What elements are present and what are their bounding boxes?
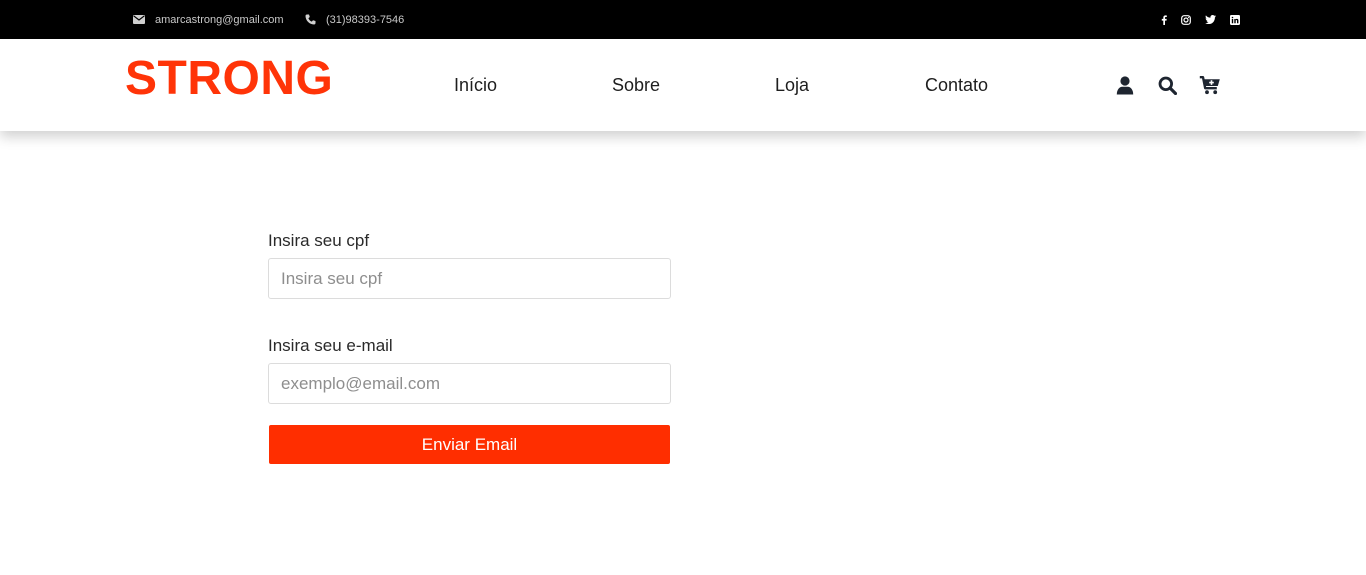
email-text: amarcastrong@gmail.com [155, 13, 284, 26]
cpf-input[interactable] [268, 258, 671, 299]
contact-email[interactable]: amarcastrong@gmail.com [133, 0, 284, 39]
phone-text: (31)98393-7546 [326, 13, 405, 26]
top-bar: amarcastrong@gmail.com (31)98393-7546 [0, 0, 1366, 39]
email-input[interactable] [268, 363, 671, 404]
social-links [1161, 0, 1240, 39]
instagram-icon[interactable] [1181, 14, 1191, 25]
facebook-icon[interactable] [1161, 14, 1167, 25]
email-label: Insira seu e-mail [268, 336, 393, 355]
search-icon[interactable] [1156, 74, 1178, 96]
main-header: STRONG Início Sobre Loja Contato [0, 39, 1366, 131]
envelope-icon [133, 15, 145, 24]
site-logo[interactable]: STRONG [125, 55, 333, 103]
linkedin-icon[interactable] [1230, 14, 1240, 25]
twitter-icon[interactable] [1205, 15, 1216, 24]
nav-item-inicio[interactable]: Início [454, 75, 497, 95]
send-email-button[interactable]: Enviar Email [269, 425, 670, 464]
user-icon[interactable] [1114, 74, 1136, 96]
phone-icon [305, 14, 316, 25]
nav-item-loja[interactable]: Loja [775, 75, 809, 95]
email-form: Insira seu cpf Insira seu e-mail Enviar … [268, 229, 671, 464]
nav-item-contato[interactable]: Contato [925, 75, 988, 95]
contact-phone[interactable]: (31)98393-7546 [305, 0, 404, 39]
nav-item-sobre[interactable]: Sobre [612, 75, 660, 95]
cpf-label: Insira seu cpf [268, 231, 370, 250]
cart-icon[interactable] [1199, 74, 1221, 96]
